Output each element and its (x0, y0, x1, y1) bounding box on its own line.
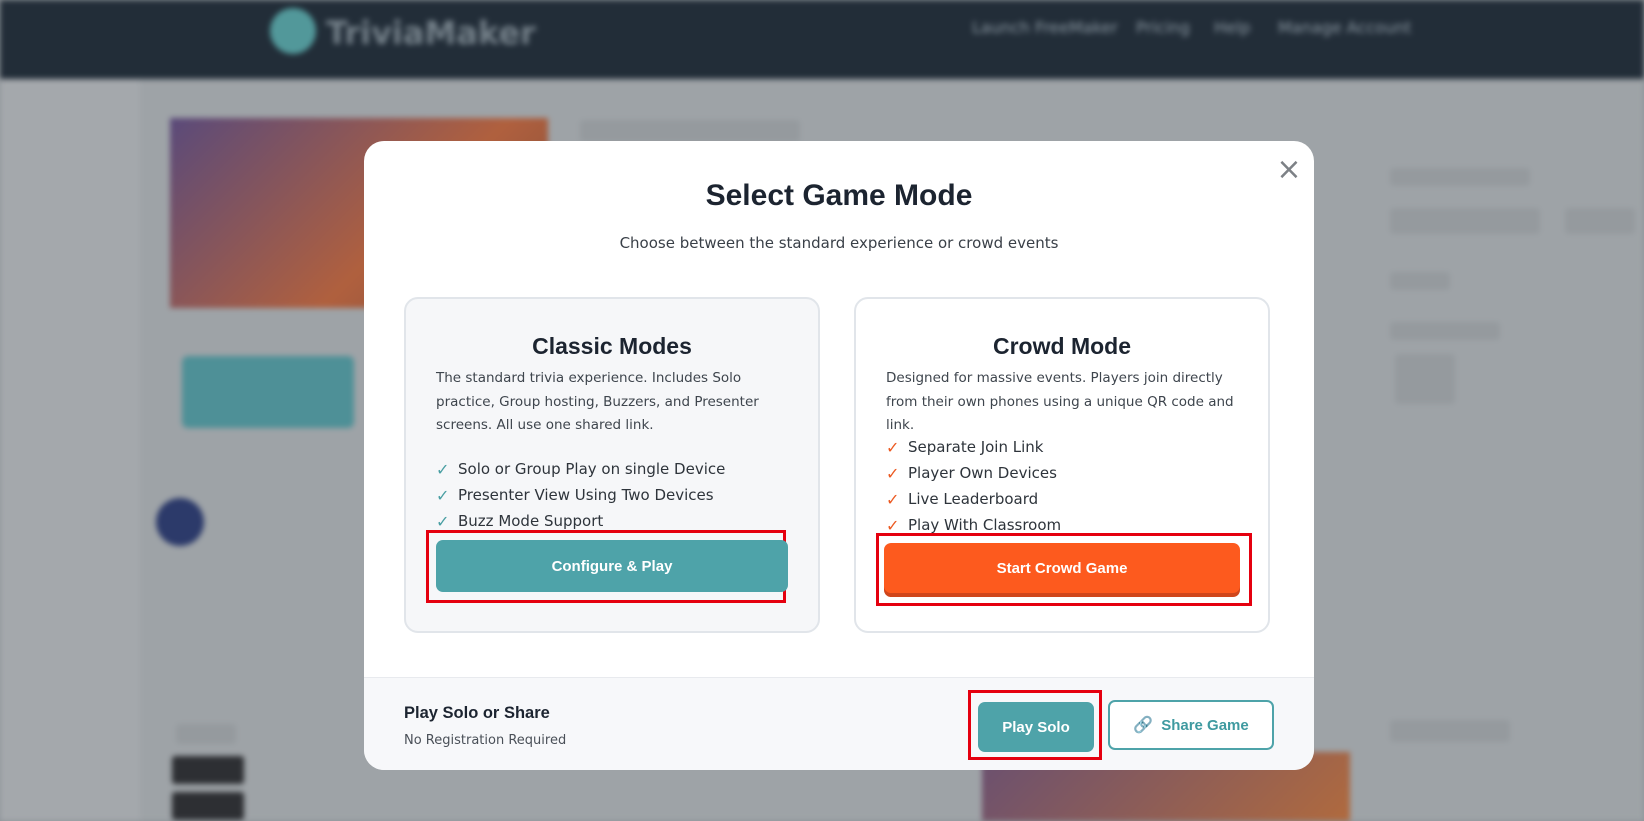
footer-title: Play Solo or Share (404, 704, 550, 722)
check-icon: ✓ (436, 485, 450, 505)
category-chip (1565, 208, 1635, 234)
share-game-label: Share Game (1161, 716, 1249, 734)
modal-subtitle: Choose between the standard experience o… (619, 234, 1059, 252)
color-swatch (172, 792, 244, 820)
select-game-mode-modal: × Select Game Mode Choose between the st… (364, 141, 1314, 770)
footer-subtitle: No Registration Required (404, 733, 567, 748)
list-item: ✓ Solo or Group Play on single Device (436, 456, 725, 482)
feature-label: Solo or Group Play on single Device (458, 460, 726, 478)
classic-modes-title: Classic Modes (532, 333, 692, 359)
game-title-placeholder (580, 120, 800, 142)
list-item: ✓ Separate Join Link (886, 434, 1061, 460)
list-item: ✓ Live Leaderboard (886, 486, 1061, 512)
background-play-button (182, 356, 354, 428)
feature-label: Live Leaderboard (908, 490, 1039, 508)
avatar (156, 498, 204, 546)
age-chip (1395, 354, 1455, 404)
link-icon: 🔗 (1133, 717, 1154, 734)
feature-label: Separate Join Link (908, 438, 1044, 456)
feature-label: Presenter View Using Two Devices (458, 486, 714, 504)
check-icon: ✓ (886, 437, 900, 457)
category-chip (1390, 208, 1540, 234)
play-solo-button[interactable]: Play Solo (978, 702, 1094, 752)
modal-title: Select Game Mode (705, 179, 973, 212)
crowd-mode-description: Designed for massive events. Players joi… (886, 370, 1234, 433)
classic-modes-card: Classic Modes The standard trivia experi… (404, 297, 820, 633)
check-icon: ✓ (886, 463, 900, 483)
feature-label: Play With Classroom (908, 516, 1062, 534)
check-icon: ✓ (886, 489, 900, 509)
crowd-mode-card: Crowd Mode Designed for massive events. … (854, 297, 1270, 633)
colors-placeholder (176, 724, 236, 744)
tags-placeholder (1390, 272, 1450, 290)
check-icon: ✓ (436, 459, 450, 479)
left-sidebar (0, 79, 140, 821)
nav-item-launch[interactable]: Launch FreeMaker (972, 18, 1118, 37)
list-item: ✓ Presenter View Using Two Devices (436, 482, 725, 508)
check-icon: ✓ (886, 515, 900, 535)
feature-label: Buzz Mode Support (458, 512, 604, 530)
classic-modes-description: The standard trivia experience. Includes… (436, 370, 759, 433)
categories-placeholder (1390, 168, 1530, 186)
nav-item-account[interactable]: Manage Account (1278, 18, 1411, 37)
age-level-placeholder (1390, 322, 1500, 340)
logo-icon (270, 8, 316, 54)
modal-footer: Play Solo or Share No Registration Requi… (364, 677, 1314, 770)
nav-item-pricing[interactable]: Pricing (1136, 18, 1190, 37)
list-item: ✓ Player Own Devices (886, 460, 1061, 486)
share-game-button[interactable]: 🔗 Share Game (1108, 700, 1274, 750)
configure-play-button[interactable]: Configure & Play (436, 540, 788, 592)
app-logo: TriviaMaker (326, 14, 536, 52)
start-crowd-game-button[interactable]: Start Crowd Game (884, 543, 1240, 593)
top-navbar: TriviaMaker Launch FreeMaker Pricing Hel… (0, 0, 1644, 79)
crowd-mode-title: Crowd Mode (993, 333, 1131, 359)
color-swatch (172, 756, 244, 784)
check-icon: ✓ (436, 511, 450, 531)
theme-song-placeholder (1390, 720, 1510, 742)
crowd-feature-list: ✓ Separate Join Link ✓ Player Own Devices … (886, 434, 1061, 538)
nav-item-help[interactable]: Help (1214, 18, 1250, 37)
classic-feature-list: ✓ Solo or Group Play on single Device ✓ Pr… (436, 456, 725, 534)
feature-label: Player Own Devices (908, 464, 1057, 482)
